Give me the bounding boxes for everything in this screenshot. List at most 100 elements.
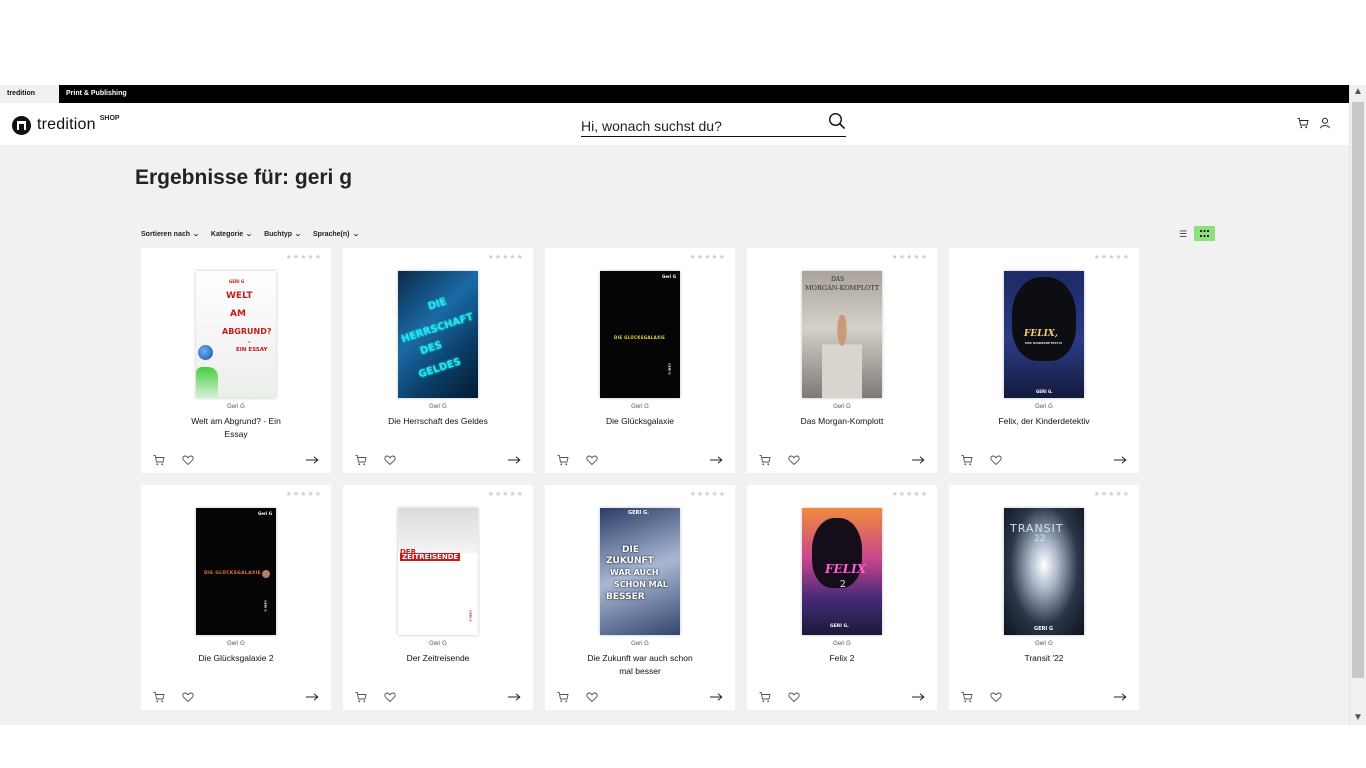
product-title[interactable]: Welt am Abgrund? - Ein Essay bbox=[181, 415, 291, 441]
product-title[interactable]: Die Glücksgalaxie bbox=[585, 415, 695, 428]
wishlist-heart-icon[interactable] bbox=[182, 454, 194, 466]
product-title[interactable]: Felix 2 bbox=[787, 652, 897, 665]
book-cover[interactable]: FELIX 2 GERI G. bbox=[802, 508, 882, 635]
product-title[interactable]: Die Glücksgalaxie 2 bbox=[181, 652, 291, 665]
arrow-right-icon[interactable] bbox=[1113, 454, 1127, 466]
filter-category[interactable]: Kategorie ⌄ bbox=[211, 230, 253, 239]
cover-text: AM bbox=[230, 309, 246, 319]
search-icon[interactable] bbox=[828, 112, 846, 130]
product-title[interactable]: Das Morgan-Komplott bbox=[787, 415, 897, 428]
rating-stars: ★★★★★ bbox=[891, 254, 928, 261]
book-cover[interactable]: DAS MORGAN-KOMPLOTT bbox=[802, 271, 882, 398]
list-view-icon[interactable]: ☰ bbox=[1176, 227, 1190, 241]
arrow-right-icon[interactable] bbox=[305, 454, 319, 466]
arrow-right-icon[interactable] bbox=[911, 454, 925, 466]
filter-sort[interactable]: Sortieren nach ⌄ bbox=[141, 230, 200, 239]
wishlist-heart-icon[interactable] bbox=[990, 691, 1002, 703]
book-cover[interactable]: Geri G DIE GLÜCKSGALAXIE GERI G bbox=[196, 508, 276, 635]
book-cover[interactable]: DIE HERRSCHAFT DES GELDES bbox=[398, 271, 478, 398]
book-cover[interactable]: DER ZEITREISENDE GERI G bbox=[398, 508, 478, 635]
book-cover[interactable]: TRANSIT 22 GERI G bbox=[1004, 508, 1084, 635]
wishlist-heart-icon[interactable] bbox=[586, 691, 598, 703]
wishlist-heart-icon[interactable] bbox=[990, 454, 1002, 466]
filter-label: Sprache(n) bbox=[312, 230, 350, 238]
head-silhouette bbox=[1012, 277, 1076, 361]
wishlist-heart-icon[interactable] bbox=[384, 454, 396, 466]
wishlist-heart-icon[interactable] bbox=[182, 691, 194, 703]
book-cover[interactable]: FELIX, DER KINDERDETEKTIV GERI G. bbox=[1004, 271, 1084, 398]
add-to-cart-icon[interactable] bbox=[355, 691, 367, 703]
add-to-cart-icon[interactable] bbox=[557, 691, 569, 703]
add-to-cart-icon[interactable] bbox=[153, 454, 165, 466]
tab-tredition-shop[interactable]: tredition Shop bbox=[0, 85, 59, 115]
blank-bottom-area bbox=[0, 725, 1366, 768]
head-silhouette bbox=[812, 518, 862, 588]
product-title[interactable]: Die Zukunft war auch schon mal besser bbox=[585, 652, 695, 678]
cover-text: - bbox=[248, 339, 251, 346]
chevron-down-icon: ⌄ bbox=[293, 231, 303, 238]
product-card[interactable]: ★★★★★ Geri G DIE GLÜCKSGALAXIE GERI G Geri G… bbox=[141, 485, 331, 710]
tab-print-publishing[interactable]: Print & Publishing bbox=[59, 85, 134, 103]
product-author: Geri G bbox=[227, 641, 245, 647]
product-title[interactable]: Felix, der Kinderdetektiv bbox=[989, 415, 1099, 428]
product-author: Geri G bbox=[631, 404, 649, 410]
cover-text: ABGRUND? bbox=[222, 327, 272, 336]
arrow-right-icon[interactable] bbox=[507, 454, 521, 466]
scroll-up-icon[interactable]: ▲ bbox=[1353, 87, 1363, 97]
arrow-right-icon[interactable] bbox=[709, 691, 723, 703]
product-title[interactable]: Die Herrschaft des Geldes bbox=[383, 415, 493, 428]
product-author: Geri G bbox=[1035, 404, 1053, 410]
cart-icon[interactable] bbox=[1297, 117, 1309, 129]
add-to-cart-icon[interactable] bbox=[557, 454, 569, 466]
cover-text: GERI G bbox=[468, 610, 473, 622]
add-to-cart-icon[interactable] bbox=[961, 454, 973, 466]
user-icon[interactable] bbox=[1319, 117, 1331, 129]
add-to-cart-icon[interactable] bbox=[759, 454, 771, 466]
product-card[interactable]: ★★★★★ GERI G WELT AM ABGRUND? - EIN ESSAY Geri … bbox=[141, 248, 331, 473]
add-to-cart-icon[interactable] bbox=[961, 691, 973, 703]
cover-text: DIE bbox=[426, 296, 449, 313]
product-card[interactable]: ★★★★★ FELIX, DER KINDERDETEKTIV GERI G. Geri… bbox=[949, 248, 1139, 473]
logo[interactable]: tredition SHOP bbox=[12, 115, 120, 135]
wishlist-heart-icon[interactable] bbox=[788, 691, 800, 703]
filter-booktype[interactable]: Buchtyp ⌄ bbox=[264, 230, 303, 239]
filter-language[interactable]: Sprache(n) ⌄ bbox=[312, 230, 360, 239]
product-title[interactable]: Der Zeitreisende bbox=[383, 652, 493, 665]
arrow-right-icon[interactable] bbox=[305, 691, 319, 703]
scroll-down-icon[interactable]: ▼ bbox=[1353, 713, 1363, 723]
product-card[interactable]: ★★★★★ GERI G. DIE ZUKUNFT WAR AUCH SCHON MAL B… bbox=[545, 485, 735, 710]
add-to-cart-icon[interactable] bbox=[355, 454, 367, 466]
wishlist-heart-icon[interactable] bbox=[384, 691, 396, 703]
product-title[interactable]: Transit '22 bbox=[989, 652, 1099, 665]
add-to-cart-icon[interactable] bbox=[759, 691, 771, 703]
wishlist-heart-icon[interactable] bbox=[788, 454, 800, 466]
wishlist-heart-icon[interactable] bbox=[586, 454, 598, 466]
book-cover[interactable]: GERI G WELT AM ABGRUND? - EIN ESSAY bbox=[196, 271, 276, 398]
product-author: Geri G bbox=[631, 641, 649, 647]
product-card[interactable]: ★★★★★ TRANSIT 22 GERI G Geri G Transit '22 bbox=[949, 485, 1139, 710]
scrollbar-thumb[interactable] bbox=[1352, 102, 1364, 678]
search-input[interactable] bbox=[581, 116, 821, 136]
chevron-down-icon: ⌄ bbox=[351, 231, 360, 238]
vertical-scrollbar[interactable]: ▲ ▼ bbox=[1349, 85, 1366, 725]
blank-top-area bbox=[0, 0, 1366, 85]
product-card[interactable]: ★★★★★ DIE HERRSCHAFT DES GELDES Geri G Die Her… bbox=[343, 248, 533, 473]
cover-text: FELIX bbox=[825, 562, 867, 576]
cover-text: DES bbox=[418, 339, 444, 358]
cover-text: Geri G bbox=[661, 274, 676, 279]
add-to-cart-icon[interactable] bbox=[153, 691, 165, 703]
product-card[interactable]: ★★★★★ DER ZEITREISENDE GERI G Geri G Der Zeit… bbox=[343, 485, 533, 710]
page-title: Ergebnisse für: geri g bbox=[135, 166, 353, 189]
product-card[interactable]: ★★★★★ FELIX 2 GERI G. Geri G Felix 2 bbox=[747, 485, 937, 710]
product-card[interactable]: ★★★★★ Geri G DIE GLÜCKSGALAXIE GERI G Geri G… bbox=[545, 248, 735, 473]
book-cover[interactable]: GERI G. DIE ZUKUNFT WAR AUCH SCHON MAL BESSER bbox=[600, 508, 680, 635]
grid-view-icon[interactable] bbox=[1194, 226, 1215, 241]
product-card[interactable]: ★★★★★ DAS MORGAN-KOMPLOTT Geri G Das Morgan-… bbox=[747, 248, 937, 473]
book-cover[interactable]: Geri G DIE GLÜCKSGALAXIE GERI G bbox=[600, 271, 680, 398]
cover-text: DER KINDERDETEKTIV bbox=[1025, 341, 1063, 345]
arrow-right-icon[interactable] bbox=[507, 691, 521, 703]
cover-text: WELT bbox=[226, 291, 253, 301]
arrow-right-icon[interactable] bbox=[911, 691, 925, 703]
arrow-right-icon[interactable] bbox=[709, 454, 723, 466]
arrow-right-icon[interactable] bbox=[1113, 691, 1127, 703]
